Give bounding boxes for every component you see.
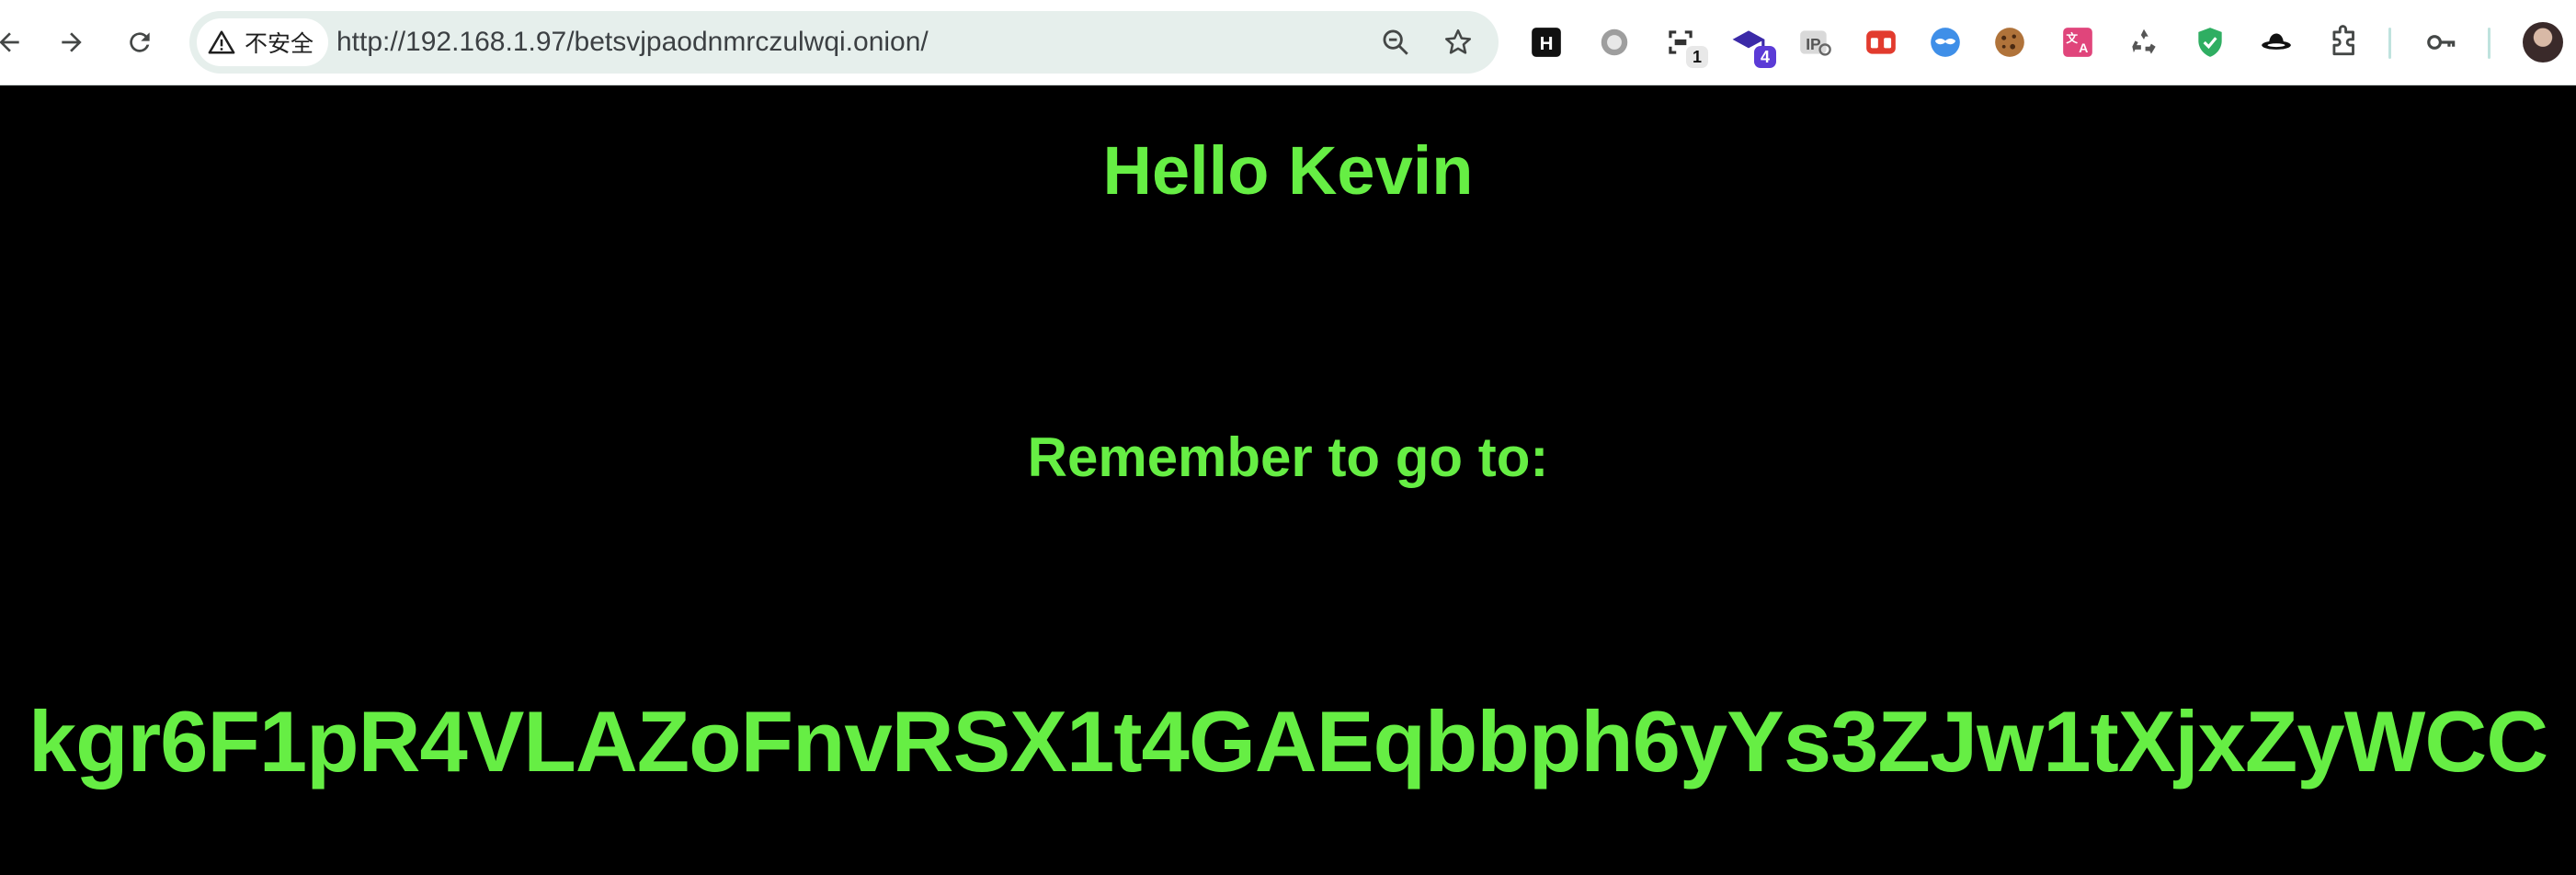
- recycle-extension-icon[interactable]: [2126, 24, 2162, 61]
- red-game-extension-icon[interactable]: [1863, 24, 1899, 61]
- hat-extension-icon[interactable]: [2258, 24, 2295, 61]
- reload-icon: [130, 32, 150, 52]
- circle-extension-icon[interactable]: [1596, 24, 1633, 61]
- back-button[interactable]: [0, 20, 31, 64]
- svg-text:H: H: [1540, 33, 1554, 54]
- scan-extension-icon[interactable]: 1: [1662, 24, 1708, 68]
- browser-toolbar: 不安全 http://192.168.1.97/betsvjpaodnmrczu…: [0, 0, 2576, 85]
- address-bar[interactable]: 不安全 http://192.168.1.97/betsvjpaodnmrczu…: [189, 11, 1499, 74]
- zoom-out-icon: [1383, 29, 1408, 55]
- scan-extension-badge: 1: [1686, 46, 1708, 68]
- toolbar-separator: [2488, 28, 2491, 59]
- page-content: Hello Kevin Remember to go to: kgr6F1pR4…: [0, 85, 2576, 875]
- key-icon[interactable]: [2423, 24, 2460, 61]
- forward-button[interactable]: [50, 20, 94, 64]
- warning-triangle-icon: [208, 30, 235, 54]
- svg-text:A: A: [2079, 41, 2088, 56]
- graduation-cap-extension-icon[interactable]: 4: [1730, 24, 1776, 68]
- cookie-extension-icon[interactable]: [1991, 24, 2028, 61]
- arrow-left-icon: [0, 32, 19, 52]
- puzzle-extensions-icon[interactable]: [2326, 24, 2363, 61]
- graduation-cap-extension-badge: 4: [1754, 46, 1776, 68]
- ip-extension-icon[interactable]: IP: [1796, 24, 1833, 61]
- url-text[interactable]: http://192.168.1.97/betsvjpaodnmrczulwqi…: [336, 11, 929, 74]
- svg-text:文: 文: [2066, 31, 2078, 45]
- mask-extension-icon[interactable]: [1927, 24, 1964, 61]
- reload-button[interactable]: [118, 20, 162, 64]
- toolbar-separator: [2388, 28, 2391, 59]
- secret-code: kgr6F1pR4VLAZoFnvRSX1t4GAEqbbph6yYs3ZJw1…: [28, 693, 2548, 790]
- zoom-button[interactable]: [1379, 26, 1412, 59]
- greeting-heading: Hello Kevin: [1102, 132, 1474, 209]
- shield-check-extension-icon[interactable]: [2192, 24, 2228, 61]
- hackerone-icon[interactable]: H: [1528, 24, 1565, 61]
- security-label: 不安全: [245, 30, 314, 57]
- profile-avatar[interactable]: [2523, 22, 2563, 62]
- star-icon: [1444, 28, 1472, 54]
- security-indicator[interactable]: 不安全: [197, 18, 329, 66]
- arrow-right-icon: [62, 32, 82, 52]
- translate-extension-icon[interactable]: 文A: [2059, 24, 2096, 61]
- instruction-text: Remember to go to:: [1027, 426, 1549, 488]
- bookmark-button[interactable]: [1442, 26, 1475, 59]
